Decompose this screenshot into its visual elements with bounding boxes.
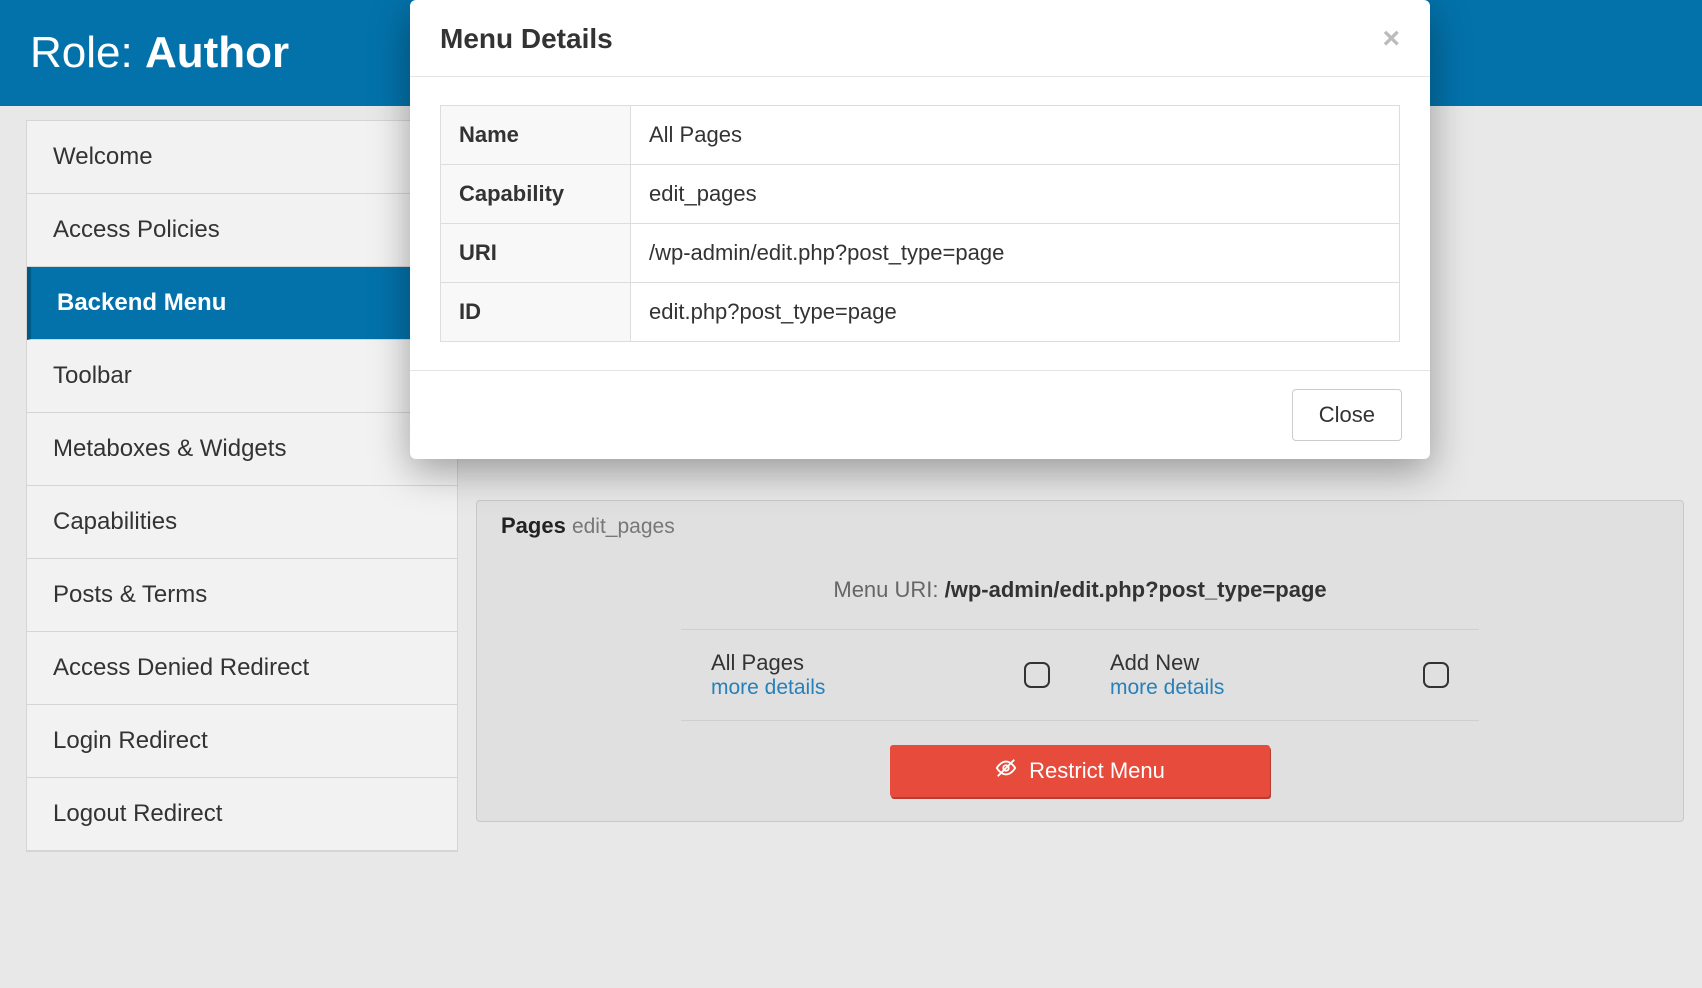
submenu-all-pages: All Pages more details <box>681 650 1080 700</box>
eye-slash-icon <box>995 757 1017 785</box>
modal-body: Name All Pages Capability edit_pages URI… <box>410 77 1430 370</box>
submenu-checkbox[interactable] <box>1024 662 1050 688</box>
detail-key: ID <box>441 283 631 342</box>
sidebar-item-label: Access Policies <box>53 216 220 243</box>
page-header-prefix: Role: <box>30 28 145 77</box>
sidebar-item-backend-menu[interactable]: Backend Menu <box>27 267 457 340</box>
sidebar-item-label: Welcome <box>53 143 153 170</box>
sidebar-item-welcome[interactable]: Welcome <box>27 121 457 194</box>
sidebar-item-label: Capabilities <box>53 508 177 535</box>
modal-title: Menu Details <box>440 23 613 55</box>
sidebar-item-access-denied-redirect[interactable]: Access Denied Redirect <box>27 632 457 705</box>
detail-value: /wp-admin/edit.php?post_type=page <box>631 224 1400 283</box>
submenu-name: All Pages <box>711 650 825 676</box>
more-details-link[interactable]: more details <box>711 676 825 700</box>
panel-title: Pages edit_pages <box>477 501 1683 547</box>
close-icon[interactable]: × <box>1382 22 1400 56</box>
submenu-checkbox[interactable] <box>1423 662 1449 688</box>
page-header-role: Author <box>145 28 289 77</box>
sidebar-item-label: Access Denied Redirect <box>53 654 309 681</box>
menu-details-table: Name All Pages Capability edit_pages URI… <box>440 105 1400 342</box>
sidebar-item-label: Posts & Terms <box>53 581 207 608</box>
sidebar-item-capabilities[interactable]: Capabilities <box>27 486 457 559</box>
menu-details-modal: Menu Details × Name All Pages Capability… <box>410 0 1430 459</box>
sidebar-item-metaboxes-widgets[interactable]: Metaboxes & Widgets <box>27 413 457 486</box>
table-row: URI /wp-admin/edit.php?post_type=page <box>441 224 1400 283</box>
panel-menu-name: Pages <box>501 513 566 538</box>
table-row: Capability edit_pages <box>441 165 1400 224</box>
sidebar-item-label: Login Redirect <box>53 727 208 754</box>
menu-uri-value: /wp-admin/edit.php?post_type=page <box>945 577 1327 602</box>
modal-footer: Close <box>410 370 1430 459</box>
table-row: ID edit.php?post_type=page <box>441 283 1400 342</box>
submenu-name: Add New <box>1110 650 1224 676</box>
detail-value: All Pages <box>631 106 1400 165</box>
modal-header: Menu Details × <box>410 0 1430 77</box>
panel-menu-capability: edit_pages <box>572 515 675 538</box>
sidebar-item-posts-terms[interactable]: Posts & Terms <box>27 559 457 632</box>
detail-key: Name <box>441 106 631 165</box>
sidebar-item-login-redirect[interactable]: Login Redirect <box>27 705 457 778</box>
detail-key: URI <box>441 224 631 283</box>
restrict-menu-button[interactable]: Restrict Menu <box>890 745 1270 797</box>
submenu-add-new: Add New more details <box>1080 650 1479 700</box>
sidebar-item-toolbar[interactable]: Toolbar <box>27 340 457 413</box>
more-details-link[interactable]: more details <box>1110 676 1224 700</box>
sidebar-item-logout-redirect[interactable]: Logout Redirect <box>27 778 457 851</box>
submenu-row: All Pages more details Add New more deta… <box>681 629 1479 721</box>
restrict-menu-label: Restrict Menu <box>1029 758 1165 784</box>
menu-uri-label: Menu URI: <box>833 577 944 602</box>
sidebar-item-label: Backend Menu <box>57 289 226 316</box>
detail-value: edit_pages <box>631 165 1400 224</box>
sidebar: Welcome Access Policies Backend Menu Too… <box>26 120 458 852</box>
menu-panel: Pages edit_pages Menu URI: /wp-admin/edi… <box>476 500 1684 822</box>
table-row: Name All Pages <box>441 106 1400 165</box>
sidebar-item-label: Metaboxes & Widgets <box>53 435 286 462</box>
detail-value: edit.php?post_type=page <box>631 283 1400 342</box>
sidebar-item-label: Logout Redirect <box>53 800 222 827</box>
sidebar-item-access-policies[interactable]: Access Policies <box>27 194 457 267</box>
close-button[interactable]: Close <box>1292 389 1402 441</box>
menu-uri-line: Menu URI: /wp-admin/edit.php?post_type=p… <box>501 567 1659 629</box>
detail-key: Capability <box>441 165 631 224</box>
sidebar-item-label: Toolbar <box>53 362 132 389</box>
